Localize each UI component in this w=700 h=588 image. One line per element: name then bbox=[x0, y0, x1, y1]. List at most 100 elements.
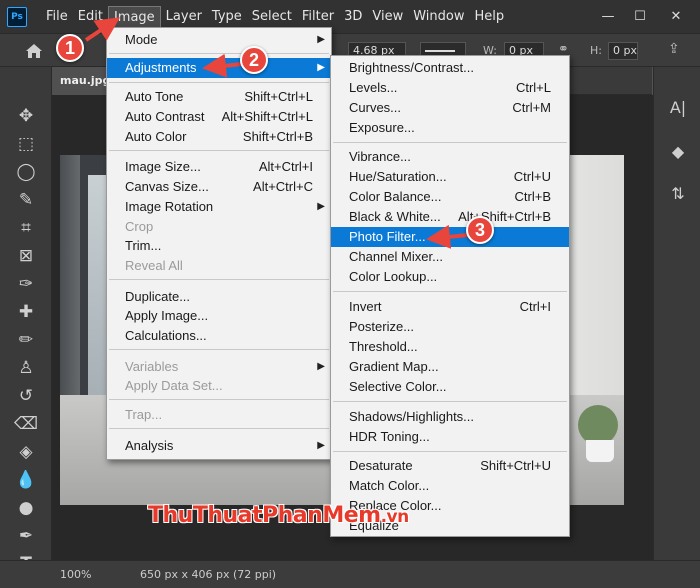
frame-tool-icon[interactable]: ⊠ bbox=[13, 243, 39, 269]
menu-item-analysis[interactable]: Analysis ▶ bbox=[107, 436, 331, 456]
move-tool-icon[interactable]: ✥ bbox=[13, 103, 39, 129]
callout-badge-1: 1 bbox=[56, 34, 84, 62]
share-icon[interactable]: ⇪ bbox=[668, 41, 680, 57]
submenu-arrow-icon: ▶ bbox=[317, 34, 325, 45]
menu-item-auto-contrast[interactable]: Auto Contrast Alt+Shift+Ctrl+L bbox=[107, 107, 331, 127]
history-brush-tool-icon[interactable]: ↺ bbox=[13, 383, 39, 409]
menu-type[interactable]: Type bbox=[207, 6, 247, 28]
menu-item-invert[interactable]: Invert Ctrl+I bbox=[331, 297, 569, 317]
image-menu: Mode ▶ Adjustments ▶ Auto Tone Shift+Ctrl+L… bbox=[106, 27, 332, 460]
menu-separator bbox=[109, 399, 329, 400]
home-icon[interactable] bbox=[24, 41, 44, 61]
character-panel-icon[interactable]: A| bbox=[664, 93, 692, 121]
menu-layer[interactable]: Layer bbox=[161, 6, 207, 28]
crop-tool-icon[interactable]: ⌗ bbox=[13, 215, 39, 241]
submenu-arrow-icon: ▶ bbox=[317, 62, 325, 73]
menu-item-brightness-contrast[interactable]: Brightness/Contrast... bbox=[331, 58, 569, 78]
menu-separator bbox=[109, 150, 329, 151]
layers-panel-icon[interactable]: ◆ bbox=[664, 137, 692, 165]
lasso-tool-icon[interactable]: ◯ bbox=[13, 159, 39, 185]
menu-item-black-white[interactable]: Black & White... Alt+Shift+Ctrl+B bbox=[331, 207, 569, 227]
paths-panel-icon[interactable]: ⇅ bbox=[664, 179, 692, 207]
menu-item-duplicate[interactable]: Duplicate... bbox=[107, 287, 331, 307]
menu-separator bbox=[109, 349, 329, 350]
menu-item-photo-filter[interactable]: Photo Filter... bbox=[331, 227, 569, 247]
menu-image[interactable]: Image bbox=[107, 5, 161, 28]
dodge-tool-icon[interactable]: ● bbox=[13, 495, 39, 521]
menu-file[interactable]: File bbox=[41, 6, 73, 28]
menu-item-levels[interactable]: Levels... Ctrl+L bbox=[331, 78, 569, 98]
submenu-arrow-icon: ▶ bbox=[317, 361, 325, 372]
menu-item-color-lookup[interactable]: Color Lookup... bbox=[331, 267, 569, 287]
menu-separator bbox=[109, 279, 329, 280]
menu-view[interactable]: View bbox=[367, 6, 408, 28]
maximize-button[interactable]: ☐ bbox=[624, 0, 656, 33]
height-label: H: bbox=[590, 44, 602, 57]
menu-item-variables: Variables ▶ bbox=[107, 357, 331, 377]
minimize-button[interactable]: — bbox=[592, 0, 624, 33]
callout-badge-3: 3 bbox=[466, 216, 494, 244]
menu-item-selective-color[interactable]: Selective Color... bbox=[331, 377, 569, 397]
menu-separator bbox=[333, 291, 567, 292]
menu-item-reveal-all: Reveal All bbox=[125, 258, 183, 273]
stamp-tool-icon[interactable]: ♙ bbox=[13, 355, 39, 381]
menu-window[interactable]: Window bbox=[408, 6, 469, 28]
menu-item-auto-tone[interactable]: Auto Tone Shift+Ctrl+L bbox=[107, 87, 331, 107]
healing-brush-tool-icon[interactable]: ✚ bbox=[13, 299, 39, 325]
menu-item-shadows-highlights[interactable]: Shadows/Highlights... bbox=[331, 407, 569, 427]
menu-separator bbox=[109, 428, 329, 429]
menu-item-color-balance[interactable]: Color Balance... Ctrl+B bbox=[331, 187, 569, 207]
paint-bucket-tool-icon[interactable]: ◈ bbox=[13, 439, 39, 465]
marquee-tool-icon[interactable]: ⬚ bbox=[13, 131, 39, 157]
tools-panel: ✥ ⬚ ◯ ✎ ⌗ ⊠ ✑ ✚ ✏ ♙ ↺ ⌫ ◈ 💧 ● ✒ T bbox=[0, 67, 52, 574]
document-info[interactable]: 650 px x 406 px (72 ppi) bbox=[140, 568, 276, 581]
menu-edit[interactable]: Edit bbox=[73, 6, 108, 28]
menu-3d[interactable]: 3D bbox=[339, 6, 367, 28]
menu-separator bbox=[333, 451, 567, 452]
menu-item-trim[interactable]: Trim... bbox=[107, 236, 331, 256]
menu-item-trap: Trap... bbox=[125, 407, 163, 422]
menu-item-image-size[interactable]: Image Size... Alt+Ctrl+I bbox=[107, 157, 331, 177]
height-field[interactable]: 0 px bbox=[608, 42, 638, 60]
menu-separator bbox=[109, 53, 329, 54]
menu-item-desaturate[interactable]: Desaturate Shift+Ctrl+U bbox=[331, 456, 569, 476]
menu-item-exposure[interactable]: Exposure... bbox=[331, 118, 569, 138]
menu-item-gradient-map[interactable]: Gradient Map... bbox=[331, 357, 569, 377]
quick-select-tool-icon[interactable]: ✎ bbox=[13, 187, 39, 213]
menu-item-auto-color[interactable]: Auto Color Shift+Ctrl+B bbox=[107, 127, 331, 147]
menu-item-hue-saturation[interactable]: Hue/Saturation... Ctrl+U bbox=[331, 167, 569, 187]
menu-item-calculations[interactable]: Calculations... bbox=[107, 326, 331, 346]
menu-item-apply-data-set: Apply Data Set... bbox=[125, 378, 223, 393]
right-panel-strip: A| ◆ ⇅ bbox=[653, 67, 700, 560]
menu-item-image-rotation[interactable]: Image Rotation ▶ bbox=[107, 197, 331, 217]
pen-tool-icon[interactable]: ✒ bbox=[13, 523, 39, 549]
menu-item-channel-mixer[interactable]: Channel Mixer... bbox=[331, 247, 569, 267]
menu-item-match-color[interactable]: Match Color... bbox=[331, 476, 569, 496]
submenu-arrow-icon: ▶ bbox=[317, 201, 325, 212]
eraser-tool-icon[interactable]: ⌫ bbox=[13, 411, 39, 437]
menu-bar: Ps File Edit Image Layer Type Select Fil… bbox=[0, 0, 700, 33]
menu-item-vibrance[interactable]: Vibrance... bbox=[331, 147, 569, 167]
menu-filter[interactable]: Filter bbox=[297, 6, 339, 28]
image-pot bbox=[586, 440, 614, 462]
eyedropper-tool-icon[interactable]: ✑ bbox=[13, 271, 39, 297]
photoshop-logo-icon: Ps bbox=[7, 6, 27, 27]
menu-item-curves[interactable]: Curves... Ctrl+M bbox=[331, 98, 569, 118]
menu-item-canvas-size[interactable]: Canvas Size... Alt+Ctrl+C bbox=[107, 177, 331, 197]
image-plant bbox=[578, 405, 618, 445]
zoom-level[interactable]: 100% bbox=[60, 568, 91, 581]
menu-separator bbox=[333, 401, 567, 402]
menu-item-mode[interactable]: Mode ▶ bbox=[107, 30, 331, 50]
menu-item-apply-image[interactable]: Apply Image... bbox=[107, 306, 331, 326]
menu-item-adjustments[interactable]: Adjustments ▶ bbox=[107, 58, 331, 78]
menu-item-posterize[interactable]: Posterize... bbox=[331, 317, 569, 337]
menu-item-threshold[interactable]: Threshold... bbox=[331, 337, 569, 357]
callout-badge-2: 2 bbox=[240, 46, 268, 74]
status-bar: 100% 650 px x 406 px (72 ppi) bbox=[0, 560, 700, 588]
blur-tool-icon[interactable]: 💧 bbox=[13, 467, 39, 493]
menu-select[interactable]: Select bbox=[247, 6, 297, 28]
brush-tool-icon[interactable]: ✏ bbox=[13, 327, 39, 353]
menu-help[interactable]: Help bbox=[470, 6, 510, 28]
menu-item-hdr-toning[interactable]: HDR Toning... bbox=[331, 427, 569, 447]
close-button[interactable]: ✕ bbox=[660, 0, 692, 33]
